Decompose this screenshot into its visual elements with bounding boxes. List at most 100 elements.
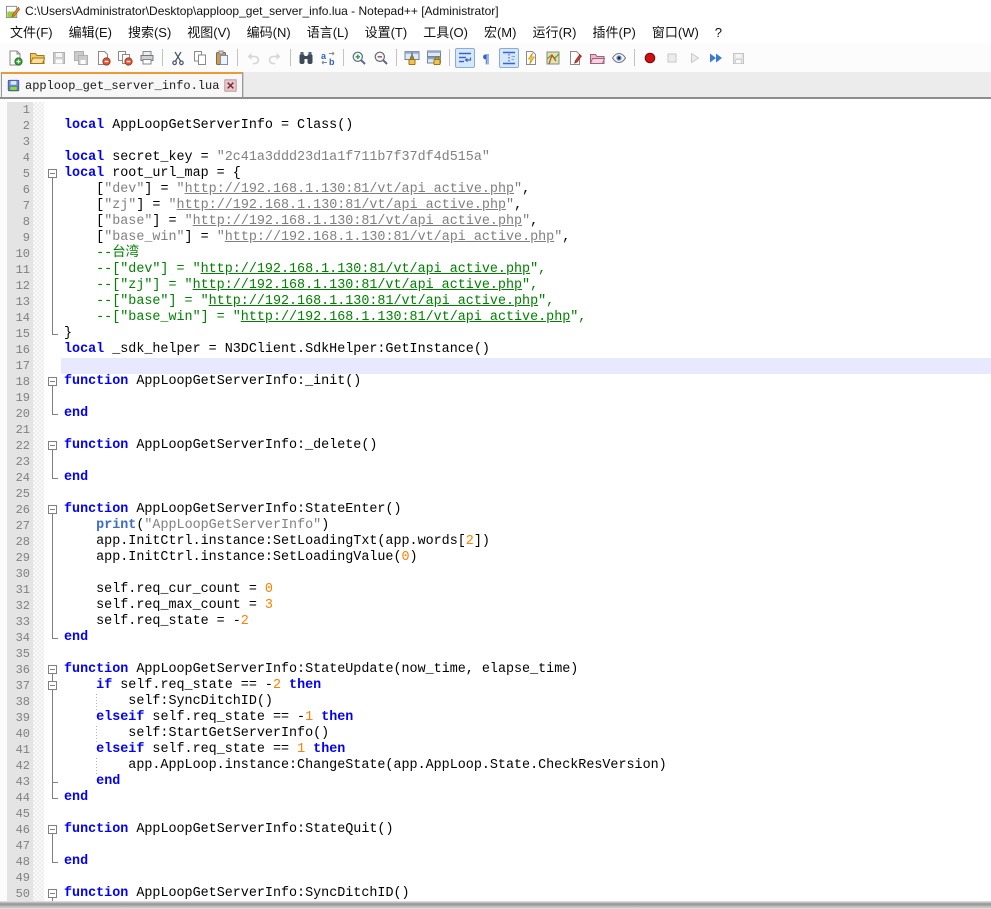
cut-button[interactable] [168,48,188,68]
code-line[interactable]: 3 [0,134,991,150]
fold-collapse-icon[interactable] [44,662,61,678]
code-line[interactable]: 19 [0,390,991,406]
code-line[interactable]: 13 --["base"] = "http://192.168.1.130:81… [0,294,991,310]
fold-collapse-icon[interactable] [44,678,61,694]
menu-item-search[interactable]: 搜索(S) [120,22,179,43]
menu-item-file[interactable]: 文件(F) [2,22,61,43]
code-line[interactable]: 32 self.req_max_count = 3 [0,598,991,614]
code-text[interactable]: app.InitCtrl.instance:SetLoadingTxt(app.… [61,534,991,550]
code-text[interactable]: end [61,854,991,870]
code-line[interactable]: 35 [0,646,991,662]
code-line[interactable]: 16local _sdk_helper = N3DClient.SdkHelpe… [0,342,991,358]
code-line[interactable]: 30 [0,566,991,582]
menu-item-run[interactable]: 运行(R) [524,22,584,43]
code-text[interactable]: local root_url_map = { [61,166,991,182]
code-text[interactable] [61,454,991,470]
code-line[interactable]: 44end [0,790,991,806]
code-text[interactable]: elseif self.req_state == 1 then [61,742,991,758]
code-line[interactable]: 10 --台湾 [0,246,991,262]
code-text[interactable]: --["zj"] = "http://192.168.1.130:81/vt/a… [61,278,991,294]
menu-item-window[interactable]: 窗口(W) [644,22,707,43]
code-text[interactable]: app.AppLoop.instance:ChangeState(app.App… [61,758,991,774]
code-text[interactable]: ["dev"] = "http://192.168.1.130:81/vt/ap… [61,182,991,198]
fold-collapse-icon[interactable] [44,166,61,182]
code-line[interactable]: 41 elseif self.req_state == 1 then [0,742,991,758]
print-button[interactable] [137,48,157,68]
code-line[interactable]: 17 [0,358,991,374]
code-line[interactable]: 26function AppLoopGetServerInfo:StateEnt… [0,502,991,518]
code-text[interactable]: function AppLoopGetServerInfo:SyncDitchI… [61,886,991,901]
menu-item-language[interactable]: 语言(L) [299,22,357,43]
menu-item-macro[interactable]: 宏(M) [476,22,525,43]
code-text[interactable] [61,422,991,438]
code-text[interactable]: self:StartGetServerInfo() [61,726,991,742]
sync-vertical-scroll-button[interactable] [402,48,422,68]
document-map-button[interactable] [543,48,563,68]
code-line[interactable]: 12 --["zj"] = "http://192.168.1.130:81/v… [0,278,991,294]
code-text[interactable]: print("AppLoopGetServerInfo") [61,518,991,534]
code-line[interactable]: 31 self.req_cur_count = 0 [0,582,991,598]
code-line[interactable]: 37 if self.req_state == -2 then [0,678,991,694]
code-text[interactable]: function AppLoopGetServerInfo:_delete() [61,438,991,454]
code-line[interactable]: 5local root_url_map = { [0,166,991,182]
code-text[interactable]: } [61,326,991,342]
code-text[interactable]: end [61,774,991,790]
code-text[interactable]: function AppLoopGetServerInfo:StateQuit(… [61,822,991,838]
macro-record-button[interactable] [640,48,660,68]
code-text[interactable] [61,134,991,150]
code-line[interactable]: 20end [0,406,991,422]
code-text[interactable]: local _sdk_helper = N3DClient.SdkHelper:… [61,342,991,358]
code-text[interactable]: --["base_win"] = "http://192.168.1.130:8… [61,310,991,326]
code-line[interactable]: 15} [0,326,991,342]
fold-collapse-icon[interactable] [44,502,61,518]
code-line[interactable]: 36function AppLoopGetServerInfo:StateUpd… [0,662,991,678]
code-text[interactable]: end [61,790,991,806]
code-text[interactable] [61,566,991,582]
menu-item-encoding[interactable]: 编码(N) [239,22,299,43]
word-wrap-button[interactable] [455,48,475,68]
close-all-files-button[interactable] [115,48,135,68]
code-text[interactable]: end [61,470,991,486]
code-text[interactable]: ["zj"] = "http://192.168.1.130:81/vt/api… [61,198,991,214]
code-text[interactable] [61,838,991,854]
code-line[interactable]: 50function AppLoopGetServerInfo:SyncDitc… [0,886,991,901]
sync-horizontal-scroll-button[interactable] [424,48,444,68]
code-text[interactable] [61,870,991,886]
code-line[interactable]: 40 self:StartGetServerInfo() [0,726,991,742]
code-text[interactable]: ["base_win"] = "http://192.168.1.130:81/… [61,230,991,246]
fold-collapse-icon[interactable] [44,822,61,838]
zoom-out-button[interactable] [371,48,391,68]
code-line[interactable]: 29 app.InitCtrl.instance:SetLoadingValue… [0,550,991,566]
menu-item-plugins[interactable]: 插件(P) [585,22,644,43]
fold-collapse-icon[interactable] [44,438,61,454]
menu-item-tools[interactable]: 工具(O) [415,22,476,43]
code-line[interactable]: 33 self.req_state = -2 [0,614,991,630]
code-text[interactable]: --台湾 [61,246,991,262]
code-text[interactable]: end [61,630,991,646]
code-line[interactable]: 2local AppLoopGetServerInfo = Class() [0,118,991,134]
folder-as-workspace-button[interactable] [587,48,607,68]
code-line[interactable]: 28 app.InitCtrl.instance:SetLoadingTxt(a… [0,534,991,550]
code-text[interactable] [61,358,991,374]
document-list-button[interactable] [565,48,585,68]
code-line[interactable]: 46function AppLoopGetServerInfo:StateQui… [0,822,991,838]
code-line[interactable]: 22function AppLoopGetServerInfo:_delete(… [0,438,991,454]
code-text[interactable] [61,806,991,822]
open-file-button[interactable] [27,48,47,68]
code-text[interactable]: --["dev"] = "http://192.168.1.130:81/vt/… [61,262,991,278]
code-text[interactable]: self:SyncDitchID() [61,694,991,710]
code-line[interactable]: 23 [0,454,991,470]
code-line[interactable]: 49 [0,870,991,886]
menu-item-view[interactable]: 视图(V) [179,22,238,43]
menu-item-edit[interactable]: 编辑(E) [61,22,120,43]
show-all-characters-button[interactable] [477,48,497,68]
code-line[interactable]: 18function AppLoopGetServerInfo:_init() [0,374,991,390]
code-line[interactable]: 24end [0,470,991,486]
find-button[interactable] [296,48,316,68]
code-line[interactable]: 21 [0,422,991,438]
editor[interactable]: 12local AppLoopGetServerInfo = Class()34… [0,99,991,901]
tab-close-icon[interactable] [224,79,237,92]
code-text[interactable] [61,390,991,406]
code-text[interactable]: --["base"] = "http://192.168.1.130:81/vt… [61,294,991,310]
code-line[interactable]: 42 app.AppLoop.instance:ChangeState(app.… [0,758,991,774]
